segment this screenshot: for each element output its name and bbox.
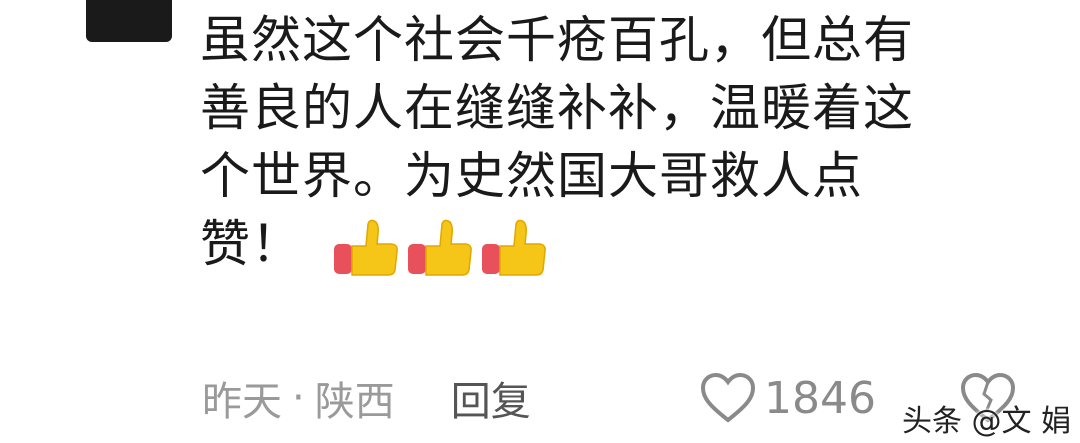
comment-body: 虽然这个社会千疮百孔，但总有 善良的人在缝缝补补，温暖着这 个世界。为史然国大哥… bbox=[200, 6, 1040, 278]
thumbs-up-icon bbox=[408, 219, 472, 276]
heart-icon bbox=[700, 372, 756, 423]
comment-time: 昨天 bbox=[202, 379, 282, 425]
thumbs-up-icon bbox=[482, 219, 546, 276]
comment-line-text: 赞！ bbox=[200, 215, 302, 273]
comment-line: 虽然这个社会千疮百孔，但总有 bbox=[200, 11, 914, 69]
comment-meta: 昨天 · 陕西 回复 bbox=[202, 368, 531, 428]
emoji-row bbox=[332, 218, 548, 278]
comment-line: 个世界。为史然国大哥救人点 bbox=[200, 147, 863, 205]
like-button[interactable]: 1846 bbox=[700, 368, 876, 428]
comment-line: 善良的人在缝缝补补，温暖着这 bbox=[200, 79, 914, 137]
avatar[interactable] bbox=[86, 0, 172, 42]
separator: · bbox=[292, 375, 305, 421]
reply-button[interactable]: 回复 bbox=[451, 369, 531, 427]
comment-line-last: 赞！ bbox=[200, 210, 1040, 278]
thumbs-up-icon bbox=[334, 219, 398, 276]
like-count: 1846 bbox=[764, 372, 876, 424]
watermark: 头条 @文 娟 bbox=[902, 404, 1072, 439]
comment-location: 陕西 bbox=[314, 379, 395, 425]
